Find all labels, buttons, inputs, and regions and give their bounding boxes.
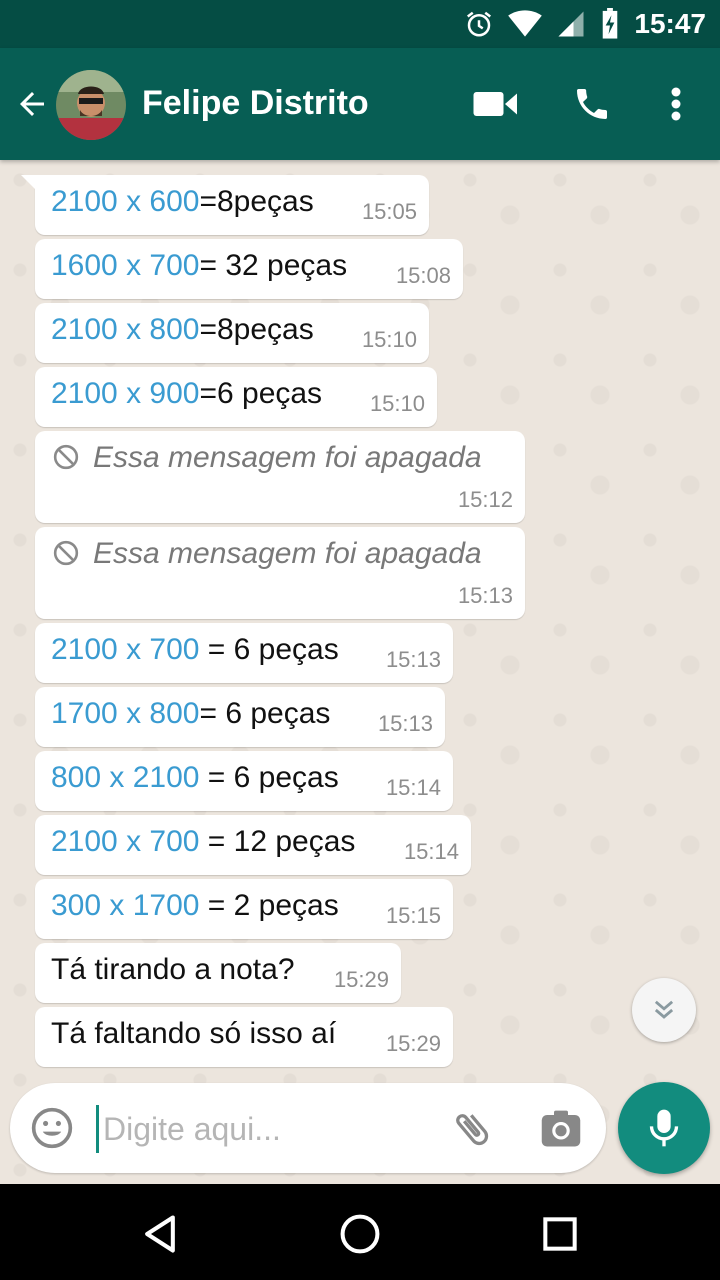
recents-square-icon[interactable]: [538, 1212, 582, 1256]
message-composer: [10, 1083, 606, 1173]
signal-icon: [558, 11, 584, 37]
attach-icon[interactable]: [450, 1107, 494, 1151]
message-time: 15:14: [385, 775, 441, 800]
message-bubble[interactable]: 1600 x 700= 32 peças 15:08: [35, 239, 463, 299]
double-chevron-down-icon: [654, 1000, 674, 1019]
status-clock: 15:47: [634, 8, 706, 39]
video-call-button[interactable]: [472, 82, 520, 126]
message-time: 15:12: [457, 487, 513, 512]
message-text: Tá tirando a nota?: [51, 953, 295, 986]
message-bubble[interactable]: 800 x 2100 = 6 peças 15:14: [35, 751, 453, 811]
message-time: 15:05: [361, 199, 417, 224]
back-arrow-icon[interactable]: [14, 86, 50, 122]
deleted-message-text: Essa mensagem foi apagada: [93, 537, 482, 570]
message-text: 2100 x 600=8peças: [51, 185, 314, 218]
message-time: 15:14: [403, 839, 459, 864]
message-text: 1700 x 800= 6 peças: [51, 697, 331, 730]
message-time: 15:15: [385, 903, 441, 928]
status-bar: 15:47: [0, 0, 720, 48]
navigation-bar: [0, 1184, 720, 1280]
deleted-message-icon: [53, 540, 79, 566]
camera-icon[interactable]: [540, 1109, 582, 1149]
contact-avatar[interactable]: [56, 70, 126, 140]
message-text: 2100 x 700 = 12 peças: [51, 825, 356, 858]
alarm-icon: [467, 11, 492, 37]
emoji-icon[interactable]: [30, 1106, 74, 1150]
message-bubble[interactable]: Tá faltando só isso aí 15:29: [35, 1007, 453, 1067]
message-text: 2100 x 700 = 6 peças: [51, 633, 339, 666]
message-text: 1600 x 700= 32 peças: [51, 249, 348, 282]
more-options-icon: [671, 87, 681, 121]
message-bubble[interactable]: 2100 x 700 = 12 peças 15:14: [35, 815, 471, 875]
message-time: 15:13: [457, 583, 513, 608]
message-time: 15:29: [385, 1031, 441, 1056]
message-time: 15:13: [377, 711, 433, 736]
message-input[interactable]: [96, 1105, 445, 1153]
message-bubble[interactable]: 300 x 1700 = 2 peças 15:15: [35, 879, 453, 939]
message-bubble[interactable]: 1700 x 800= 6 peças 15:13: [35, 687, 445, 747]
message-time: 15:10: [361, 327, 417, 352]
battery-charging-icon: [603, 8, 618, 39]
wifi-icon: [508, 10, 543, 37]
message-time: 15:13: [385, 647, 441, 672]
message-text: 300 x 1700 = 2 peças: [51, 889, 339, 922]
message-text: 800 x 2100 = 6 peças: [51, 761, 339, 794]
back-triangle-icon[interactable]: [138, 1212, 182, 1256]
home-circle-icon[interactable]: [338, 1212, 382, 1256]
message-bubble[interactable]: 2100 x 700 = 6 peças 15:13: [35, 623, 453, 683]
video-call-icon: [473, 92, 517, 116]
message-time: 15:08: [395, 263, 451, 288]
message-time: 15:29: [333, 967, 389, 992]
deleted-message-text: Essa mensagem foi apagada: [93, 441, 482, 474]
message-bubble[interactable]: 2100 x 800=8peças 15:10: [35, 303, 429, 363]
message-bubble[interactable]: 2100 x 900=6 peças 15:10: [35, 367, 437, 427]
more-options-button[interactable]: [652, 82, 700, 126]
voice-call-button[interactable]: [568, 82, 616, 126]
chat-header: Felipe Distrito: [0, 48, 720, 160]
message-text: 2100 x 900=6 peças: [51, 377, 323, 410]
scroll-to-bottom-button[interactable]: [632, 978, 696, 1042]
phone-call-icon: [577, 89, 607, 119]
microphone-icon: [649, 1109, 679, 1147]
deleted-message-icon: [53, 444, 79, 470]
deleted-message-bubble[interactable]: Essa mensagem foi apagada 15:12: [35, 431, 525, 523]
chat-area[interactable]: 2100 x 600=8peças 15:05 1600 x 700= 32 p…: [0, 160, 720, 1184]
message-bubble[interactable]: Tá tirando a nota? 15:29: [35, 943, 401, 1003]
message-text: 2100 x 800=8peças: [51, 313, 314, 346]
contact-name[interactable]: Felipe Distrito: [142, 84, 369, 123]
deleted-message-bubble[interactable]: Essa mensagem foi apagada 15:13: [35, 527, 525, 619]
voice-record-button[interactable]: [618, 1082, 710, 1174]
message-text: Tá faltando só isso aí: [51, 1017, 337, 1050]
message-bubble[interactable]: 2100 x 600=8peças 15:05: [21, 175, 429, 235]
message-time: 15:10: [369, 391, 425, 416]
